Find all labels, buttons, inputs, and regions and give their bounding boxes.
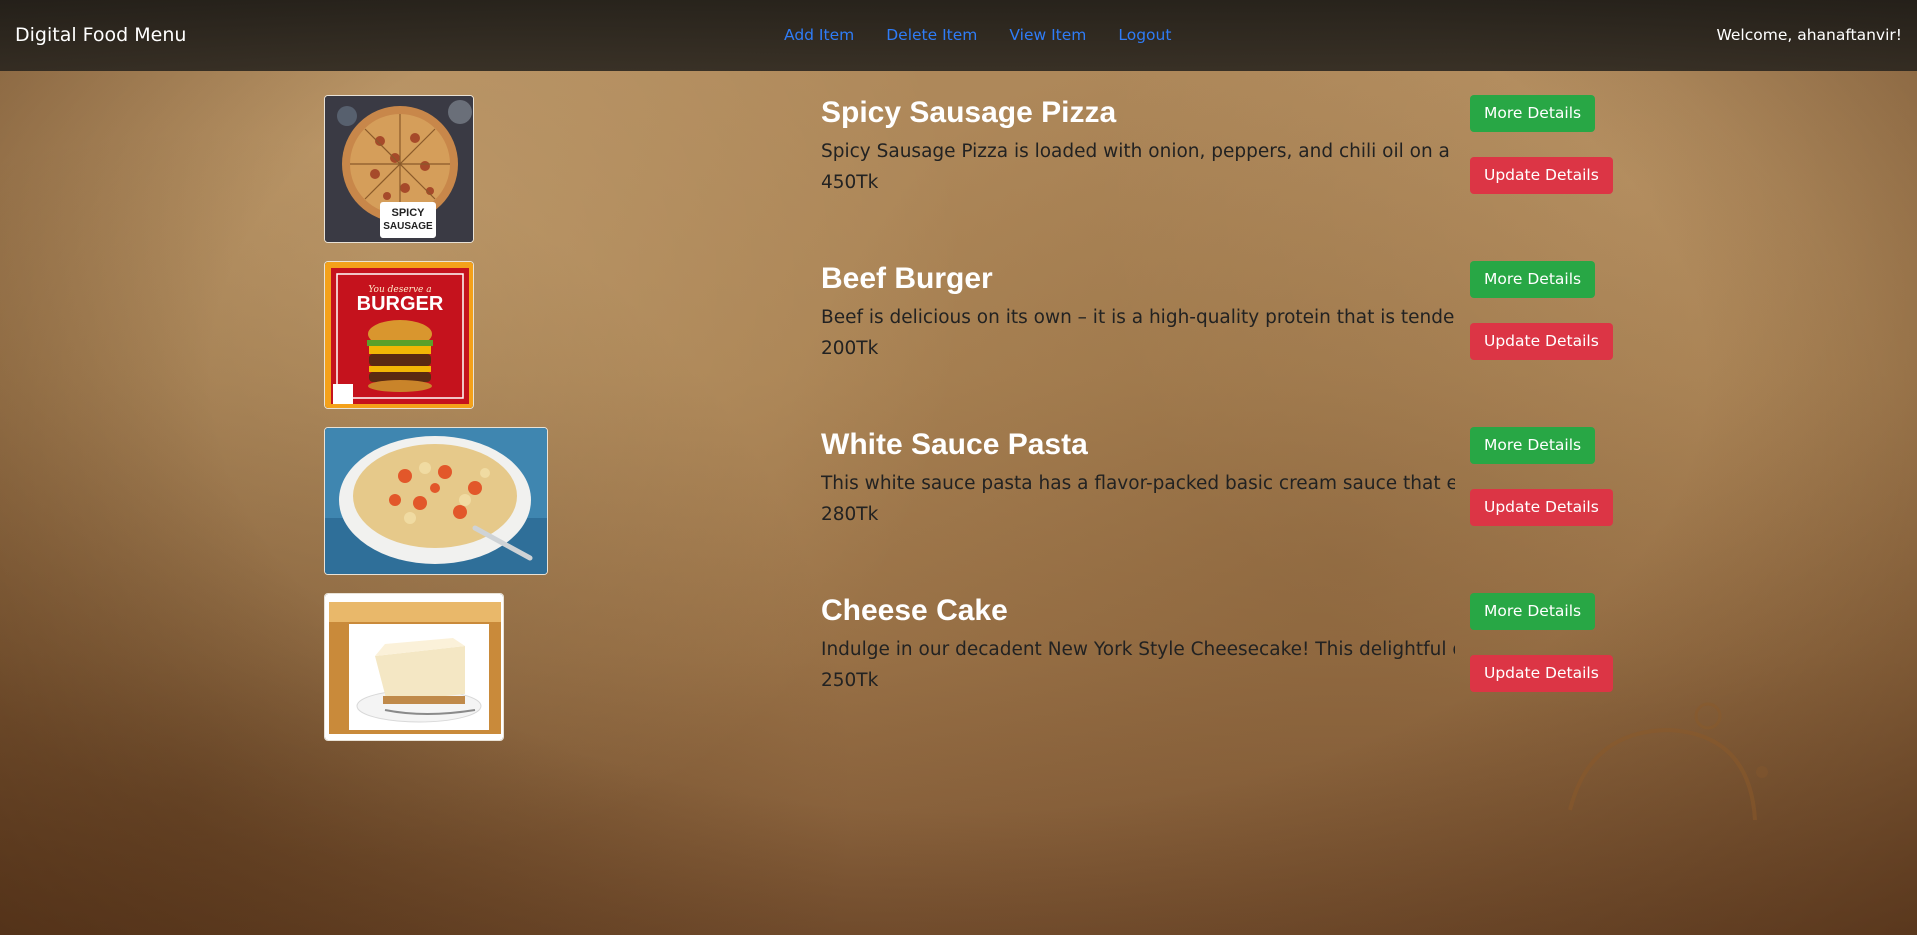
item-price: 450Tk (821, 172, 879, 193)
item-name: Cheese Cake (821, 594, 1008, 627)
item-name: Spicy Sausage Pizza (821, 96, 1117, 129)
item-description: Spicy Sausage Pizza is loaded with onion… (821, 141, 1455, 162)
more-details-button[interactable]: More Details (1470, 95, 1596, 132)
nav-add-item-link[interactable]: Add Item (784, 25, 854, 45)
pizza-image: SPICY SAUSAGE (324, 95, 474, 243)
item-description: Indulge in our decadent New York Style C… (821, 639, 1455, 660)
item-name: Beef Burger (821, 262, 993, 295)
menu-item: Cheese Cake Indulge in our decadent New … (324, 593, 1613, 743)
item-price: 250Tk (821, 670, 879, 691)
update-details-button[interactable]: Update Details (1470, 157, 1613, 194)
item-description: This white sauce pasta has a flavor-pack… (821, 473, 1455, 494)
welcome-message: Welcome, ahanaftanvir! (1716, 26, 1902, 44)
item-price: 280Tk (821, 504, 879, 525)
item-name: White Sauce Pasta (821, 428, 1088, 461)
nav-view-item-link[interactable]: View Item (1009, 25, 1086, 45)
more-details-button[interactable]: More Details (1470, 427, 1596, 464)
pasta-image (324, 427, 548, 575)
update-details-button[interactable]: Update Details (1470, 323, 1613, 360)
update-details-button[interactable]: Update Details (1470, 655, 1613, 692)
burger-image-text-2: BURGER (357, 293, 444, 315)
menu-item: SPICY SAUSAGE Spicy Sausage Pizza Spicy … (324, 95, 1613, 245)
item-description: Beef is delicious on its own – it is a h… (821, 307, 1455, 328)
burger-image: You deserve a BURGER (324, 261, 474, 409)
item-price: 200Tk (821, 338, 879, 359)
brand-title[interactable]: Digital Food Menu (15, 24, 186, 46)
top-navbar: Digital Food Menu Add Item Delete Item V… (0, 0, 1917, 71)
pizza-image-text-1: SPICY (391, 207, 425, 219)
cheesecake-image (324, 593, 504, 741)
more-details-button[interactable]: More Details (1470, 261, 1596, 298)
nav-delete-item-link[interactable]: Delete Item (886, 25, 977, 45)
coffee-stain-decoration (1568, 702, 1768, 821)
more-details-button[interactable]: More Details (1470, 593, 1596, 630)
pizza-image-text-2: SAUSAGE (383, 221, 433, 232)
update-details-button[interactable]: Update Details (1470, 489, 1613, 526)
nav-links: Add Item Delete Item View Item Logout (784, 25, 1203, 45)
menu-item: White Sauce Pasta This white sauce pasta… (324, 427, 1613, 577)
nav-logout-link[interactable]: Logout (1118, 25, 1171, 45)
menu-item: You deserve a BURGER Beef Burger Beef is… (324, 261, 1613, 411)
